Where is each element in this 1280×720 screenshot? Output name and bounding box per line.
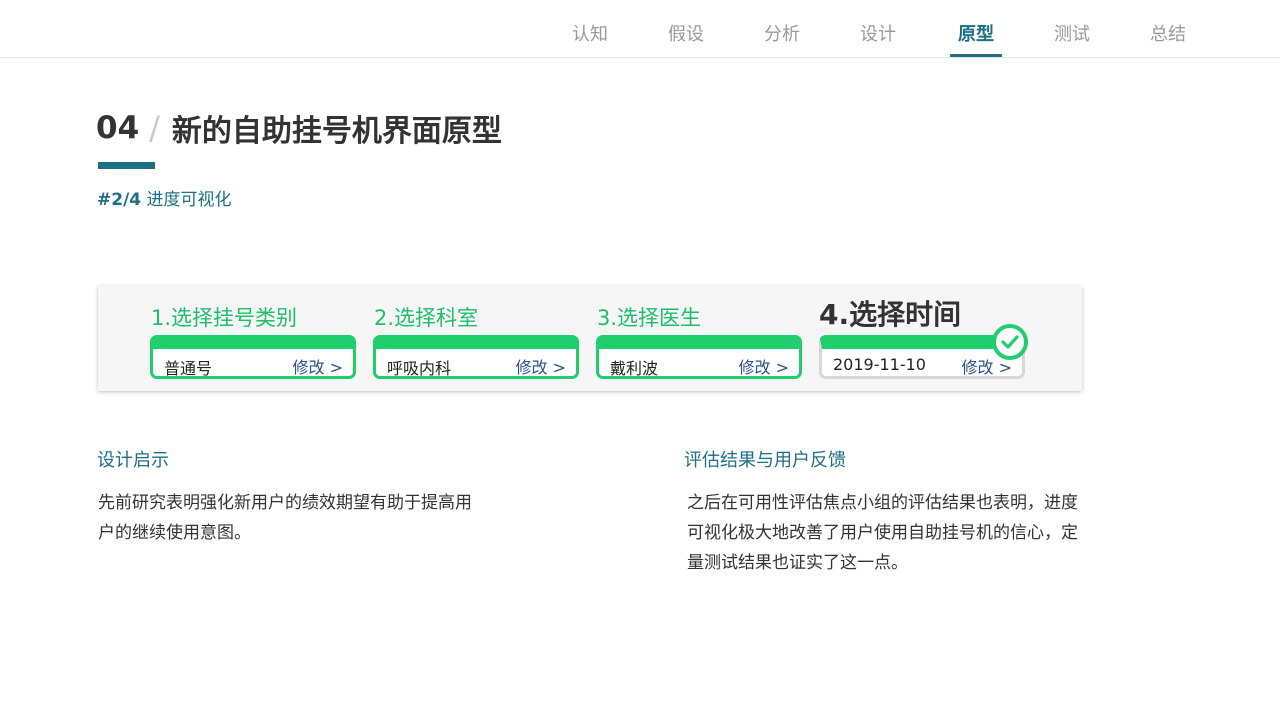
section-subtitle: #2/4 进度可视化 bbox=[97, 185, 232, 210]
edit-link[interactable]: 修改 > bbox=[739, 354, 790, 378]
subtitle-hash: # bbox=[97, 190, 112, 210]
section-number: 04 bbox=[96, 110, 140, 146]
evaluation-feedback-body: 之后在可用性评估焦点小组的评估结果也表明，进度可视化极大地改善了用户使用自助挂号… bbox=[687, 493, 1078, 573]
step-label: 4.选择时间 bbox=[819, 298, 962, 331]
title-accent-bar bbox=[98, 162, 155, 169]
step-selection-box[interactable]: 戴利波 修改 > bbox=[596, 335, 802, 379]
step-value: 呼吸内科 bbox=[387, 359, 452, 378]
edit-link[interactable]: 修改 > bbox=[293, 354, 344, 378]
nav-tab-label: 总结 bbox=[1150, 24, 1186, 45]
step-selection-box[interactable]: 呼吸内科 修改 > bbox=[373, 335, 579, 379]
nav-tab-label: 分析 bbox=[764, 24, 800, 45]
nav-tab-analysis[interactable]: 分析 bbox=[762, 20, 802, 57]
subtitle-progress: 2/4 bbox=[111, 190, 142, 210]
design-insight-title: 设计启示 bbox=[97, 450, 169, 471]
progress-prototype-panel: 1.选择挂号类别 普通号 修改 > 2.选择科室 呼吸内科 修改 > 3.选择医… bbox=[98, 286, 1082, 391]
edit-link[interactable]: 修改 > bbox=[516, 354, 567, 378]
step-label: 2.选择科室 bbox=[374, 306, 479, 330]
check-circle-icon bbox=[992, 324, 1028, 360]
nav-tab-label: 假设 bbox=[668, 24, 704, 45]
nav-tab-summary[interactable]: 总结 bbox=[1148, 20, 1188, 57]
nav-tab-design[interactable]: 设计 bbox=[858, 20, 898, 57]
section-title: 新的自助挂号机界面原型 bbox=[171, 114, 502, 149]
title-separator: / bbox=[149, 109, 160, 147]
step-value: 2019-11-10 bbox=[833, 355, 926, 374]
nav-tab-label: 测试 bbox=[1054, 24, 1090, 45]
nav-tab-prototype[interactable]: 原型 bbox=[950, 20, 1002, 57]
step-selection-box[interactable]: 普通号 修改 > bbox=[150, 335, 356, 379]
evaluation-feedback-title: 评估结果与用户反馈 bbox=[684, 450, 846, 471]
nav-tab-hypothesis[interactable]: 假设 bbox=[666, 20, 706, 57]
nav-active-underline bbox=[950, 54, 1002, 57]
nav-tab-testing[interactable]: 测试 bbox=[1052, 20, 1092, 57]
step-label: 1.选择挂号类别 bbox=[151, 306, 298, 330]
subtitle-text: 进度可视化 bbox=[146, 190, 232, 210]
design-insight-body: 先前研究表明强化新用户的绩效期望有助于提高用户的继续使用意图。 bbox=[98, 493, 472, 543]
nav-tab-label: 设计 bbox=[860, 24, 896, 45]
step-value: 戴利波 bbox=[610, 359, 659, 378]
step-label: 3.选择医生 bbox=[597, 306, 702, 330]
top-navigation: 认知 假设 分析 设计 原型 测试 总结 bbox=[0, 0, 1280, 58]
nav-tab-cognition[interactable]: 认知 bbox=[570, 20, 610, 57]
step-value: 普通号 bbox=[164, 359, 213, 378]
page-title: 04 / 新的自助挂号机界面原型 bbox=[96, 106, 502, 150]
nav-tab-label: 原型 bbox=[958, 24, 994, 45]
nav-tab-label: 认知 bbox=[572, 24, 608, 45]
